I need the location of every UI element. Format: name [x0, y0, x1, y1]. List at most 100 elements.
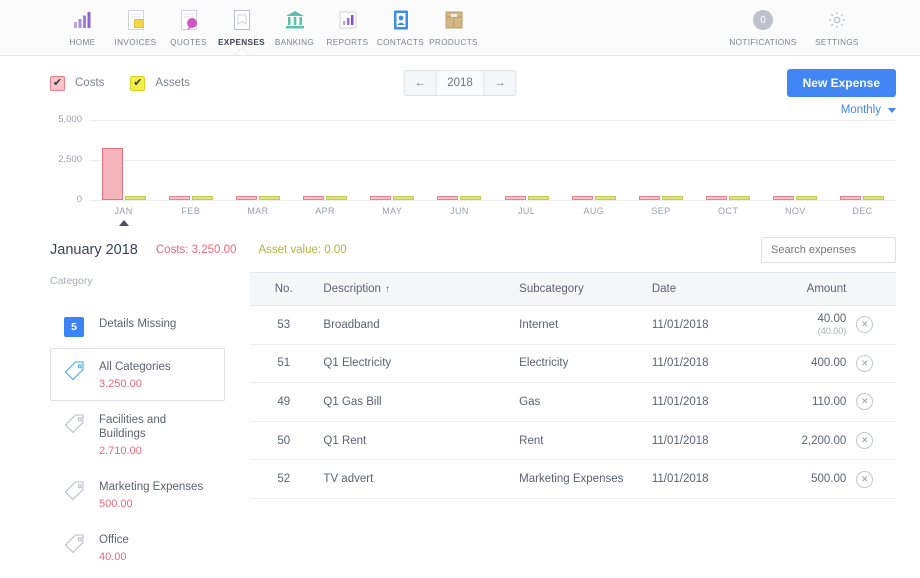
category-label: Facilities and Buildings [99, 414, 167, 440]
bar-costs-dec[interactable] [840, 196, 862, 200]
category-sidebar: Category 5 Details Missing All Categories 3… [50, 272, 225, 578]
bar-assets-feb[interactable] [191, 196, 213, 200]
x-tick-jan: JAN [114, 206, 133, 216]
bar-assets-mar[interactable] [258, 196, 280, 200]
bar-costs-mar[interactable] [235, 196, 257, 200]
row-subcategory: Electricity [513, 344, 646, 384]
row-subcategory: Rent [513, 421, 646, 461]
table-row[interactable]: 52 TV advert Marketing Expenses 11/01/2018 5… [250, 459, 896, 499]
bar-costs-feb[interactable] [168, 196, 190, 200]
table-header: No. Description ↑ Subcategory Date Amount [250, 272, 896, 306]
bar-assets-jan[interactable] [124, 196, 146, 200]
chart-month-mar[interactable]: MAR [224, 120, 291, 216]
column-header-no[interactable]: No. [250, 272, 318, 306]
bar-assets-oct[interactable] [729, 196, 751, 200]
new-expense-button[interactable]: New Expense [786, 69, 896, 97]
table-row[interactable]: 53 Broadband Internet 11/01/2018 40.00 (40.00… [250, 305, 896, 345]
circle-x-icon[interactable]: ✕ [856, 393, 874, 411]
row-subcategory: Internet [513, 305, 646, 345]
chart-month-jun[interactable]: JUN [426, 120, 493, 216]
category-item-office[interactable]: Office 40.00 [50, 521, 225, 574]
summary-costs: Costs: 3,250.00 [155, 244, 237, 256]
bar-costs-aug[interactable] [571, 196, 593, 200]
table-body: 53 Broadband Internet 11/01/2018 40.00 (40.00… [250, 305, 896, 499]
summary-period: January 2018 [50, 242, 138, 258]
nav-item-notifications[interactable]: 0 NOTIFICATIONS [726, 0, 800, 47]
chart-month-dec[interactable]: DEC [829, 120, 896, 216]
circle-x-icon[interactable]: ✕ [856, 316, 874, 334]
nav-item-quotes[interactable]: QUOTES [162, 0, 215, 47]
table-row[interactable]: 51 Q1 Electricity Electricity 11/01/2018 400… [250, 344, 896, 384]
search-input[interactable] [761, 237, 896, 263]
column-header-amount[interactable]: Amount [752, 272, 851, 306]
notifications-count: 0 [753, 10, 773, 30]
nav-item-settings[interactable]: SETTINGS [800, 0, 874, 47]
content-area: Category 5 Details Missing All Categories 3… [0, 272, 920, 578]
checkbox-costs[interactable]: ✔ [50, 75, 65, 91]
chart-month-feb[interactable]: FEB [157, 120, 224, 216]
bar-assets-aug[interactable] [594, 196, 616, 200]
table-row[interactable]: 50 Q1 Rent Rent 11/01/2018 2,200.00 ✕ [250, 421, 896, 461]
table-row[interactable]: 49 Q1 Gas Bill Gas 11/01/2018 110.00 ✕ [250, 382, 896, 422]
bar-assets-jun[interactable] [460, 196, 482, 200]
bar-assets-nov[interactable] [796, 196, 818, 200]
nav-item-products[interactable]: PRODUCTS [427, 0, 480, 47]
bar-costs-jan[interactable] [101, 148, 123, 200]
bar-costs-jul[interactable] [504, 196, 526, 200]
filter-bar: ✔ Costs ✔ Assets ← 2018 → New Expense [0, 56, 920, 110]
bar-costs-jun[interactable] [437, 196, 459, 200]
circle-x-icon[interactable]: ✕ [856, 432, 874, 450]
nav-item-banking[interactable]: BANKING [268, 0, 321, 47]
circle-x-icon[interactable]: ✕ [856, 470, 874, 488]
category-item-all-categories[interactable]: All Categories 3.250.00 [50, 348, 225, 401]
row-amount-cell: 500.00 [752, 459, 851, 499]
legend-assets[interactable]: ✔ Assets [130, 75, 190, 91]
column-header-subcategory[interactable]: Subcategory [513, 272, 646, 306]
nav-item-invoices[interactable]: INVOICES [109, 0, 162, 47]
chart-month-may[interactable]: MAY [359, 120, 426, 216]
row-no: 51 [250, 344, 318, 384]
legend-label-costs: Costs [75, 77, 105, 89]
category-item-details-missing[interactable]: 5 Details Missing [50, 305, 225, 348]
bar-assets-apr[interactable] [326, 196, 348, 200]
x-tick-dec: DEC [852, 206, 873, 216]
chart-month-sep[interactable]: SEP [627, 120, 694, 216]
expenses-receipt-icon [232, 7, 252, 33]
utility-nav: 0 NOTIFICATIONS SETTINGS [726, 0, 874, 47]
bar-costs-nov[interactable] [773, 196, 795, 200]
year-value[interactable]: 2018 [435, 71, 485, 95]
row-amount: 2,200.00 [801, 434, 847, 447]
chart-month-nov[interactable]: NOV [762, 120, 829, 216]
category-item-facilities-and-buildings[interactable]: Facilities and Buildings 2.710.00 [50, 401, 225, 468]
bar-costs-sep[interactable] [638, 196, 660, 200]
chart-month-apr[interactable]: APR [292, 120, 359, 216]
nav-label-notifications: NOTIFICATIONS [729, 38, 797, 47]
row-actions: ✕ [850, 305, 896, 345]
chart-month-oct[interactable]: OCT [695, 120, 762, 216]
nav-item-contacts[interactable]: CONTACTS [374, 0, 427, 47]
chart-month-aug[interactable]: AUG [560, 120, 627, 216]
nav-item-reports[interactable]: REPORTS [321, 0, 374, 47]
bar-assets-dec[interactable] [863, 196, 885, 200]
nav-item-expenses[interactable]: EXPENSES [215, 0, 268, 55]
chart-month-jul[interactable]: JUL [493, 120, 560, 216]
legend-costs[interactable]: ✔ Costs [50, 75, 105, 91]
bar-assets-jul[interactable] [527, 196, 549, 200]
arrow-left-icon[interactable]: ← [405, 71, 436, 95]
nav-item-home[interactable]: HOME [56, 0, 109, 47]
column-header-date[interactable]: Date [645, 272, 753, 306]
category-text: Marketing Expenses 500.00 [99, 479, 203, 510]
chart-month-jan[interactable]: JAN [90, 120, 157, 226]
bar-assets-may[interactable] [393, 196, 415, 200]
bar-costs-apr[interactable] [303, 196, 325, 200]
bar-costs-oct[interactable] [706, 196, 728, 200]
checkbox-assets[interactable]: ✔ [130, 75, 146, 91]
x-tick-mar: MAR [247, 206, 269, 216]
period-selector[interactable]: Monthly [841, 104, 896, 116]
bar-costs-may[interactable] [370, 196, 392, 200]
arrow-right-icon[interactable]: → [485, 71, 516, 95]
column-header-description[interactable]: Description ↑ [317, 272, 514, 306]
bar-assets-sep[interactable] [661, 196, 683, 200]
category-item-marketing-expenses[interactable]: Marketing Expenses 500.00 [50, 468, 225, 521]
circle-x-icon[interactable]: ✕ [856, 354, 874, 372]
